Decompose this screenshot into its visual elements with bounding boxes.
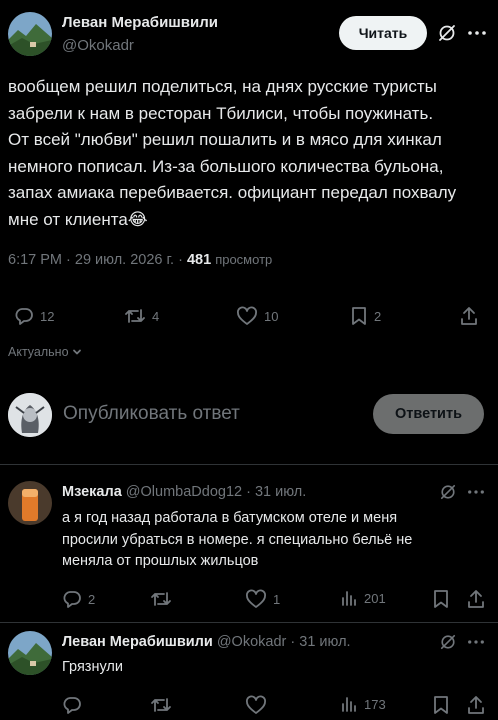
bookmark-icon — [434, 696, 448, 714]
reply-author-handle[interactable]: @OlumbaDdog12 — [126, 484, 242, 500]
reply-author-name[interactable]: Леван Мерабишвили — [62, 634, 213, 650]
bookmark-action[interactable] — [432, 589, 450, 609]
reply-icon — [15, 308, 33, 325]
repost-icon — [125, 309, 145, 323]
like-action[interactable]: 1 — [245, 589, 280, 609]
reply-author-name[interactable]: Мзекала — [62, 484, 122, 500]
reply-icon — [63, 591, 81, 608]
bookmark-icon — [352, 307, 366, 325]
repost-action[interactable] — [150, 589, 172, 609]
reply-avatar[interactable] — [8, 481, 52, 525]
share-icon — [468, 590, 484, 608]
share-action[interactable] — [466, 589, 486, 609]
share-icon — [468, 696, 484, 714]
bookmark-action[interactable]: 2 — [350, 306, 381, 326]
reply-button[interactable]: Ответить — [373, 394, 484, 434]
share-action[interactable] — [466, 695, 486, 715]
views-count: 201 — [364, 590, 386, 606]
more-icon[interactable] — [467, 483, 485, 501]
views-icon — [342, 697, 356, 712]
repost-action[interactable] — [150, 695, 172, 715]
more-icon[interactable] — [467, 23, 487, 43]
reply-action[interactable]: 2 — [62, 589, 95, 609]
views-icon — [342, 591, 356, 606]
grok-icon[interactable] — [440, 634, 456, 650]
sort-label: Актуально — [8, 345, 69, 359]
repost-count: 4 — [152, 308, 160, 324]
views-action[interactable]: 173 — [340, 695, 386, 713]
reply-author-handle[interactable]: @Okokadr — [217, 634, 287, 650]
reply-count: 2 — [88, 591, 96, 607]
like-icon — [246, 695, 266, 714]
views-count: 481 — [186, 252, 212, 268]
repost-action[interactable]: 4 — [124, 306, 159, 326]
sort-dropdown[interactable]: Актуально — [8, 345, 83, 359]
bookmark-action[interactable] — [432, 695, 450, 715]
bookmark-count: 2 — [374, 308, 382, 324]
reply-date[interactable]: 31 июл. — [255, 484, 306, 500]
reply-header: Мзекала @OlumbaDdog12 · 31 июл. — [62, 484, 307, 500]
reply-text: а я год назад работала в батумском отеле… — [62, 510, 413, 569]
reply-avatar[interactable] — [8, 631, 52, 675]
post-date[interactable]: 29 июл. 2026 г. — [75, 252, 174, 268]
reply-icon — [63, 697, 81, 714]
chevron-down-icon — [72, 349, 81, 355]
reply-action[interactable] — [62, 695, 82, 715]
divider — [0, 622, 498, 623]
author-name[interactable]: Леван Мерабишвили — [62, 14, 218, 31]
author-avatar[interactable] — [8, 12, 52, 56]
repost-icon — [151, 592, 171, 606]
views-count: 173 — [364, 696, 386, 712]
like-action[interactable]: 10 — [236, 306, 278, 326]
reply-text: Грязнули — [62, 659, 123, 675]
like-count: 10 — [264, 308, 279, 324]
post-text: вообщем решил поделиться, на днях русски… — [8, 77, 457, 229]
share-action[interactable] — [459, 306, 479, 326]
reply-count: 12 — [40, 308, 55, 324]
author-handle[interactable]: @Okokadr — [62, 37, 134, 54]
reply-input[interactable]: Опубликовать ответ — [63, 403, 240, 425]
bookmark-icon — [434, 590, 448, 608]
like-icon — [237, 306, 257, 325]
follow-button[interactable]: Читать — [339, 16, 427, 50]
post-time[interactable]: 6:17 PM — [8, 252, 62, 268]
like-icon — [246, 589, 266, 608]
reply-date[interactable]: 31 июл. — [299, 634, 350, 650]
more-icon[interactable] — [467, 633, 485, 651]
grok-icon[interactable] — [438, 24, 456, 42]
like-action[interactable] — [245, 695, 267, 715]
reply-action[interactable]: 12 — [14, 306, 54, 326]
post-meta: 6:17 PM · 29 июл. 2026 г. · 481 просмотр — [8, 252, 273, 268]
share-icon — [461, 307, 477, 325]
reply-header: Леван Мерабишвили @Okokadr · 31 июл. — [62, 634, 351, 650]
views-action[interactable]: 201 — [340, 589, 386, 607]
current-user-avatar[interactable] — [8, 393, 52, 437]
divider — [0, 464, 498, 465]
views-label: просмотр — [215, 252, 273, 267]
grok-icon[interactable] — [440, 484, 456, 500]
like-count: 1 — [273, 591, 281, 607]
repost-icon — [151, 698, 171, 712]
